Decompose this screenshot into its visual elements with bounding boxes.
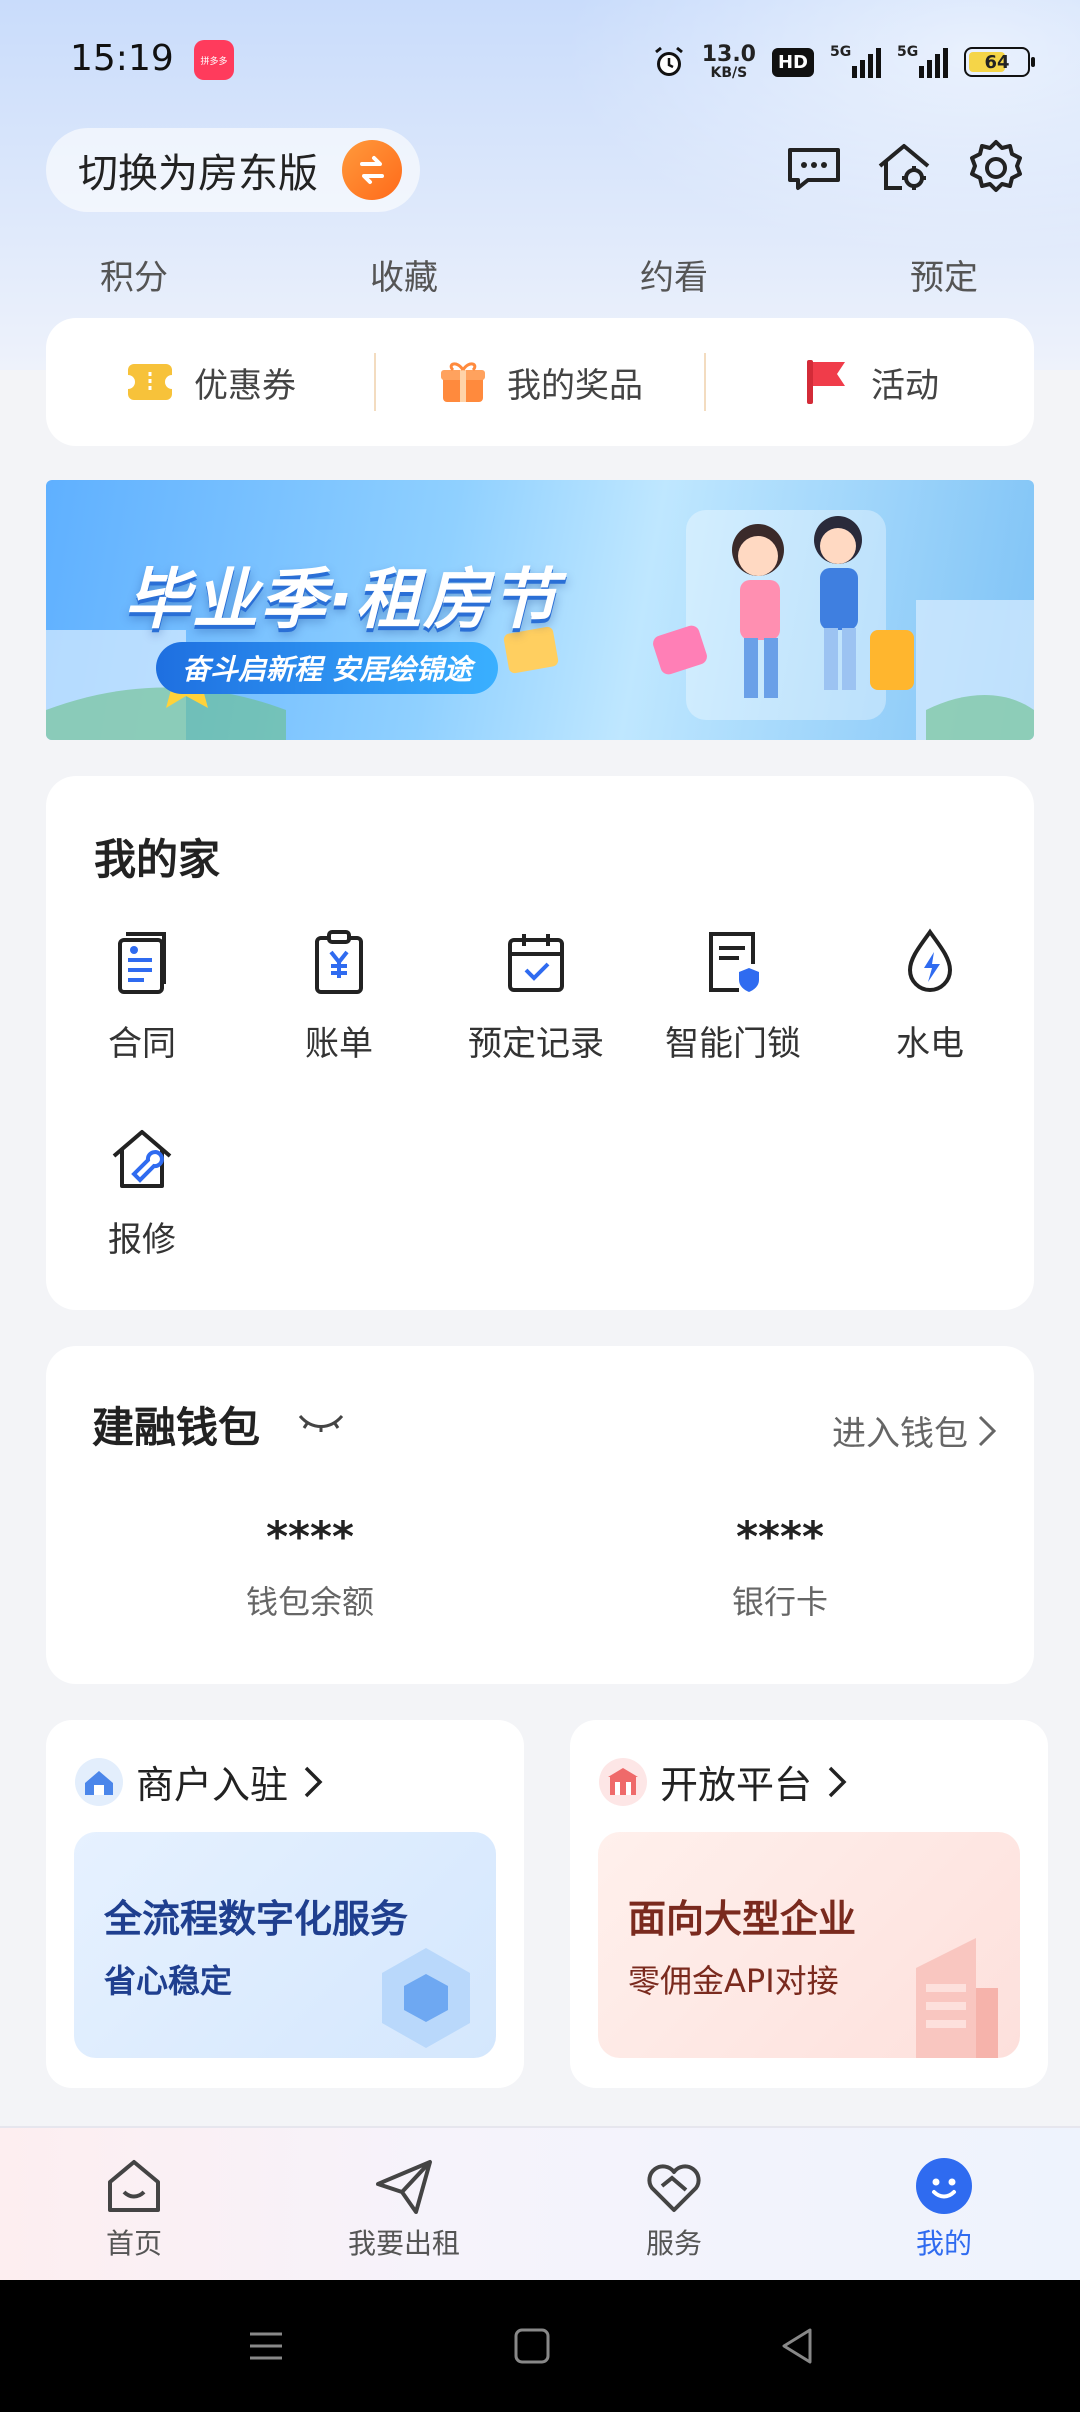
house-manage-icon[interactable] bbox=[872, 136, 936, 200]
my-home-title: 我的家 bbox=[94, 835, 221, 884]
status-time: 15:19 bbox=[70, 38, 174, 79]
settings-gear-icon[interactable] bbox=[964, 136, 1028, 200]
switch-icon bbox=[342, 140, 402, 200]
bill-icon bbox=[315, 930, 363, 994]
smart-lock-icon bbox=[709, 932, 759, 992]
network-speed: 13.0 KB/S bbox=[701, 42, 756, 81]
send-icon bbox=[376, 2160, 432, 2214]
alarm-icon bbox=[654, 46, 683, 76]
promo-banner[interactable]: 毕业季·租房节 奋斗启新程 安居绘锦途 bbox=[46, 480, 1034, 740]
message-icon[interactable] bbox=[782, 136, 846, 200]
tab-services[interactable]: 服务 bbox=[574, 2154, 774, 2262]
wallet-title: 建融钱包 bbox=[92, 1403, 261, 1452]
quick-link-booking[interactable]: 预定 bbox=[910, 250, 978, 299]
hd-icon: HD bbox=[771, 47, 814, 77]
quick-link-favorites[interactable]: 收藏 bbox=[370, 250, 438, 299]
platform-promo-panel: 面向大型企业 零佣金API对接 bbox=[598, 1832, 1020, 2058]
merchant-icon bbox=[75, 1757, 123, 1806]
platform-icon bbox=[599, 1757, 647, 1806]
signal-icon: 5G bbox=[897, 44, 948, 78]
merchant-join-header: 商户入驻 bbox=[74, 1754, 324, 1809]
booking-record-icon bbox=[508, 934, 564, 992]
wallet-card: 建融钱包 进入钱包 **** 钱包余额 **** 银行卡 bbox=[46, 1346, 1034, 1684]
chevron-right-icon bbox=[828, 1766, 847, 1797]
coupon-button[interactable]: 优惠券 bbox=[46, 352, 374, 412]
merchant-join-card[interactable]: 商户入驻 全流程数字化服务 省心稳定 bbox=[46, 1720, 524, 2088]
chevron-right-icon bbox=[304, 1766, 323, 1797]
coupon-icon bbox=[124, 364, 176, 400]
back-icon[interactable] bbox=[776, 2324, 820, 2368]
flag-icon bbox=[807, 360, 845, 404]
building-icon bbox=[916, 1938, 998, 2058]
enter-wallet-link[interactable]: 进入钱包 bbox=[832, 1406, 998, 1455]
system-navigation-bar bbox=[0, 2280, 1080, 2412]
tab-mine[interactable]: 我的 bbox=[844, 2154, 1044, 2262]
hide-eye-icon[interactable] bbox=[296, 1408, 346, 1436]
my-home-card: 我的家 合同 账单 预定记录 智能门锁 水电 报修 bbox=[46, 776, 1034, 1310]
battery-icon: 64 bbox=[964, 47, 1035, 77]
status-bar: 15:19 拼多多 13.0 KB/S HD 5G 5G 64 bbox=[0, 0, 1080, 120]
status-indicators: 13.0 KB/S HD 5G 5G 64 bbox=[652, 40, 1035, 84]
quick-links: 积分 收藏 约看 预定 bbox=[0, 250, 1080, 310]
hexagon-icon bbox=[382, 1948, 470, 2048]
switch-label: 切换为房东版 bbox=[78, 151, 318, 197]
quick-link-points[interactable]: 积分 bbox=[100, 250, 168, 299]
repair-button[interactable]: 报修 bbox=[52, 1122, 232, 1261]
signal-icon: 5G bbox=[830, 44, 881, 78]
merchant-promo-panel: 全流程数字化服务 省心稳定 bbox=[74, 1832, 496, 2058]
tab-rent-out[interactable]: 我要出租 bbox=[304, 2154, 504, 2262]
rewards-card: 优惠券 我的奖品 活动 bbox=[46, 318, 1034, 446]
activity-button[interactable]: 活动 bbox=[706, 352, 1034, 412]
smart-lock-button[interactable]: 智能门锁 bbox=[643, 926, 823, 1065]
contract-button[interactable]: 合同 bbox=[52, 926, 232, 1065]
repair-icon bbox=[112, 1130, 172, 1188]
bill-button[interactable]: 账单 bbox=[249, 926, 429, 1065]
home-icon bbox=[108, 2160, 160, 2212]
banner-subtitle: 奋斗启新程 安居绘锦途 bbox=[156, 642, 498, 694]
handshake-heart-icon bbox=[647, 2164, 701, 2212]
booking-record-button[interactable]: 预定记录 bbox=[446, 926, 626, 1065]
smile-icon bbox=[916, 2158, 972, 2214]
chevron-right-icon bbox=[978, 1415, 997, 1446]
home-square-icon[interactable] bbox=[510, 2324, 554, 2368]
utilities-icon bbox=[907, 928, 953, 992]
banner-title: 毕业季·租房节 bbox=[124, 561, 560, 638]
switch-to-landlord-button[interactable]: 切换为房东版 bbox=[46, 128, 420, 212]
bank-card[interactable]: **** 银行卡 bbox=[630, 1512, 930, 1623]
tab-home[interactable]: 首页 bbox=[34, 2154, 234, 2262]
my-prizes-button[interactable]: 我的奖品 bbox=[376, 352, 704, 412]
utilities-button[interactable]: 水电 bbox=[840, 926, 1020, 1065]
open-platform-header: 开放平台 bbox=[598, 1754, 848, 1809]
bottom-tab-bar: 首页 我要出租 服务 我的 bbox=[0, 2126, 1080, 2280]
quick-link-viewing[interactable]: 约看 bbox=[640, 250, 708, 299]
contract-icon bbox=[118, 932, 166, 994]
open-platform-card[interactable]: 开放平台 面向大型企业 零佣金API对接 bbox=[570, 1720, 1048, 2088]
wallet-balance[interactable]: **** 钱包余额 bbox=[160, 1512, 460, 1623]
gift-icon bbox=[441, 362, 485, 402]
notification-app-icon: 拼多多 bbox=[194, 40, 234, 80]
menu-icon[interactable] bbox=[244, 2324, 288, 2368]
